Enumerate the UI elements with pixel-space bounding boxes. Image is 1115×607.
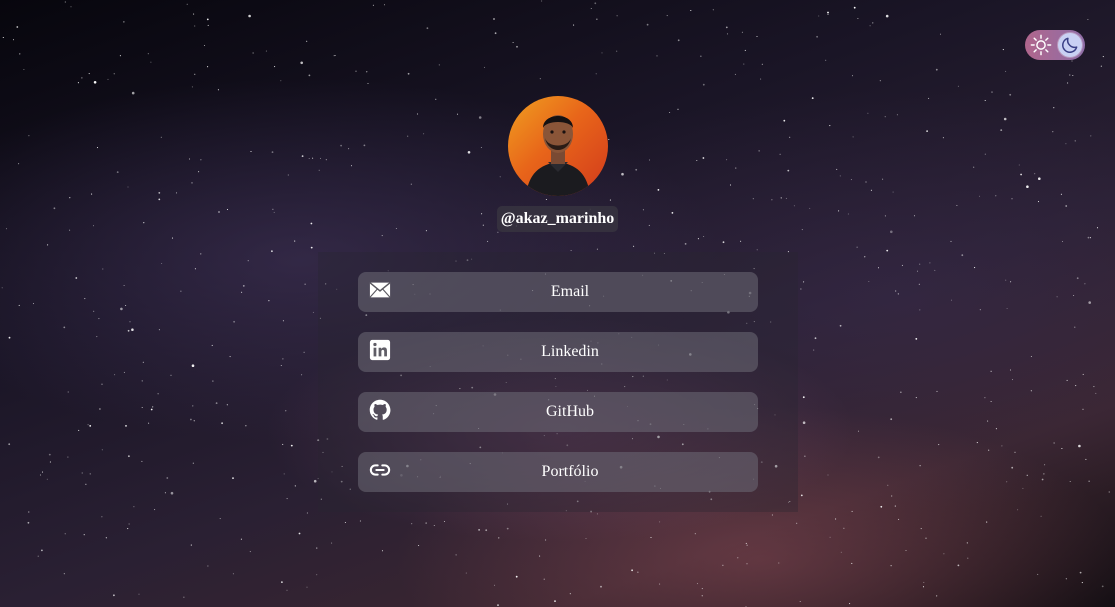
github-link-label: GitHub: [546, 403, 594, 420]
portfolio-link-button[interactable]: Portfólio: [358, 452, 758, 492]
profile-photo: [526, 115, 590, 196]
moon-icon: [1062, 37, 1078, 53]
linkedin-link-label: Linkedin: [541, 343, 599, 360]
linkedin-link-button[interactable]: Linkedin: [358, 332, 758, 372]
toggle-knob[interactable]: [1058, 33, 1082, 57]
portfolio-link-label: Portfólio: [541, 463, 599, 480]
username: @akaz_marinho: [497, 206, 618, 232]
sun-icon: [1030, 34, 1052, 56]
theme-toggle[interactable]: [1025, 30, 1085, 60]
email-link-label: Email: [550, 283, 590, 300]
email-link-button[interactable]: Email: [358, 272, 758, 312]
avatar: [508, 96, 608, 196]
links-panel: Email Linkedin GitHub Portfólio: [318, 252, 798, 512]
github-link-button[interactable]: GitHub: [358, 392, 758, 432]
